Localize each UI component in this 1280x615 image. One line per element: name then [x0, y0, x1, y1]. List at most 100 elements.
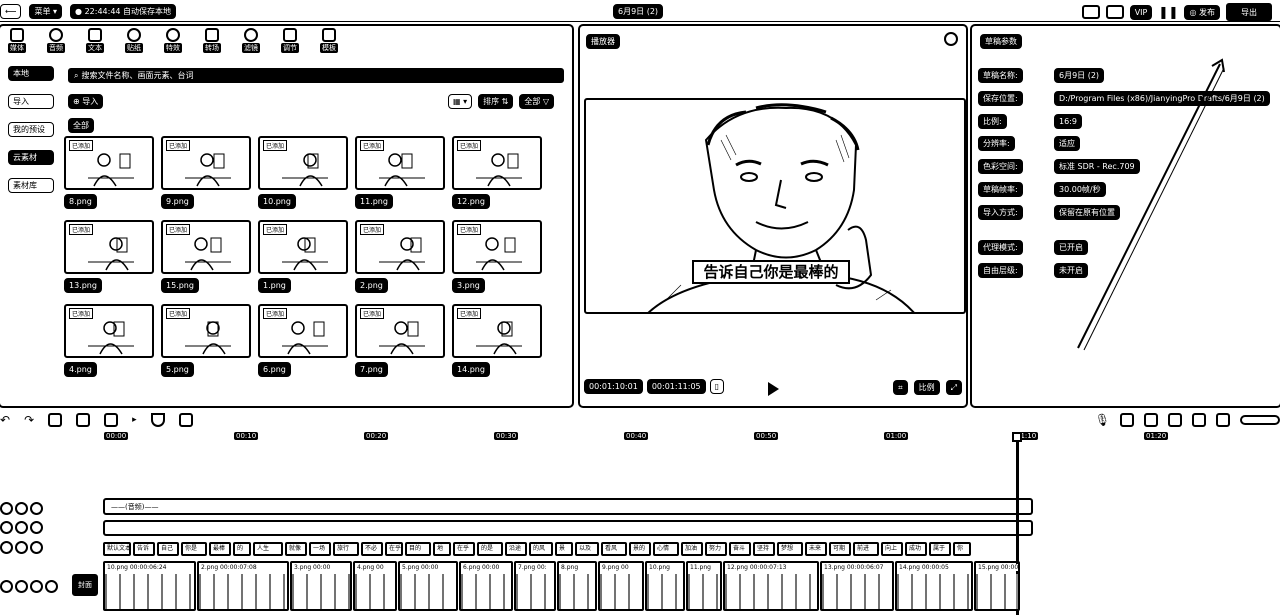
tab-media[interactable]: 媒体 [4, 28, 30, 53]
media-thumbnail[interactable]: 已添加 [64, 304, 154, 358]
video-clip[interactable]: 4.png 00 [353, 561, 397, 611]
sort-button[interactable]: 排序 ⇅ [478, 94, 514, 109]
media-thumbnail[interactable]: 已添加 [452, 304, 542, 358]
text-clip[interactable]: 属于 [929, 542, 951, 556]
text-clip[interactable]: 默认文本 [103, 542, 131, 556]
text-clip[interactable]: 心情 [653, 542, 679, 556]
text-clip[interactable]: 加油 [681, 542, 703, 556]
video-clip[interactable]: 13.png 00:00:06:07 [820, 561, 894, 611]
lock-icon[interactable] [0, 541, 13, 554]
text-clip[interactable]: 坚持 [753, 542, 775, 556]
view-toggle-button[interactable]: ▦ ▾ [448, 94, 473, 109]
publish-button[interactable]: ◎ 发布 [1184, 4, 1220, 20]
media-thumbnail[interactable]: 已添加 [161, 136, 251, 190]
text-clip[interactable]: 告诉 [133, 542, 155, 556]
ratio-button[interactable]: 比例 [913, 380, 940, 395]
sidebar-item-cloud[interactable]: 云素材 [8, 150, 54, 165]
text-clip[interactable]: 你 [953, 542, 971, 556]
text-clip[interactable]: 在乎 [385, 542, 403, 556]
mute-icon[interactable] [30, 541, 43, 554]
vip-badge[interactable]: VIP [1129, 4, 1153, 20]
video-clip[interactable]: 6.png 00:00 [459, 561, 513, 611]
text-clip[interactable]: 自己 [157, 542, 179, 556]
text-clip[interactable]: 沿途 [505, 542, 527, 556]
mute-icon[interactable] [30, 580, 43, 593]
text-clip[interactable]: 你是 [181, 542, 207, 556]
align-icon[interactable] [1192, 413, 1206, 427]
play-icon[interactable] [768, 382, 779, 396]
media-item[interactable]: 已添加 12.png [452, 136, 542, 209]
text-clip[interactable]: 的 [233, 542, 251, 556]
fullscreen-icon[interactable]: ⤢ [945, 380, 962, 395]
video-clip[interactable]: 9.png 00 [598, 561, 644, 611]
tab-filter[interactable]: 滤镜 [238, 28, 264, 53]
visibility-icon[interactable] [15, 541, 28, 554]
text-clip[interactable]: 未来 [805, 542, 827, 556]
video-clip[interactable]: 8.png [557, 561, 597, 611]
tab-transition[interactable]: 转场 [199, 28, 225, 53]
text-clip[interactable]: 的风 [529, 542, 553, 556]
microphone-icon[interactable]: 🎙 [1095, 413, 1110, 427]
video-clip[interactable]: 3.png 00:00 [290, 561, 352, 611]
visibility-icon[interactable] [15, 502, 28, 515]
export-button[interactable]: 导出 [1226, 3, 1272, 21]
link-icon[interactable] [1144, 413, 1158, 427]
sidebar-item-import[interactable]: 导入 [8, 94, 54, 109]
visibility-icon[interactable] [15, 580, 28, 593]
text-clip[interactable]: 人生 [253, 542, 283, 556]
magnet-icon[interactable] [1120, 413, 1134, 427]
media-item[interactable]: 已添加 3.png [452, 220, 542, 293]
tab-adjust[interactable]: 调节 [277, 28, 303, 53]
search-input[interactable]: ⌕ 搜索文件名称、画面元素、台词 [68, 68, 564, 83]
media-item[interactable]: 已添加 10.png [258, 136, 348, 209]
media-item[interactable]: 已添加 15.png [161, 220, 251, 293]
import-button[interactable]: ⊕ 导入 [68, 94, 104, 109]
menu-icon[interactable] [944, 32, 958, 46]
text-clip[interactable]: 不必 [361, 542, 383, 556]
media-thumbnail[interactable]: 已添加 [258, 136, 348, 190]
shield-icon[interactable] [150, 413, 165, 427]
split-icon[interactable] [48, 413, 63, 427]
text-clip[interactable]: 的是 [477, 542, 503, 556]
media-thumbnail[interactable]: 已添加 [64, 220, 154, 274]
text-clip[interactable]: 最棒 [209, 542, 231, 556]
split-right-icon[interactable] [104, 413, 119, 427]
sidebar-item-library[interactable]: 素材库 [8, 178, 54, 193]
text-clip[interactable]: 可期 [829, 542, 851, 556]
media-item[interactable]: 已添加 4.png [64, 304, 154, 377]
timecode-toggle-icon[interactable]: ▯ [709, 379, 725, 394]
video-clip[interactable]: 2.png 00:00:07:08 [197, 561, 289, 611]
video-clip[interactable]: 14.png 00:00:05 [895, 561, 973, 611]
media-thumbnail[interactable]: 已添加 [355, 304, 445, 358]
media-thumbnail[interactable]: 已添加 [161, 220, 251, 274]
split-left-icon[interactable] [76, 413, 91, 427]
mute-icon[interactable] [30, 521, 43, 534]
mute-icon[interactable] [30, 502, 43, 515]
undo-icon[interactable]: ↶ [0, 413, 10, 427]
audio-clip[interactable]: ——(音频)—— [103, 498, 1033, 515]
media-thumbnail[interactable]: 已添加 [452, 136, 542, 190]
text-clip[interactable]: 以及 [575, 542, 599, 556]
text-clip[interactable]: 目的 [405, 542, 431, 556]
media-item[interactable]: 已添加 5.png [161, 304, 251, 377]
text-clip[interactable]: 景 [555, 542, 573, 556]
text-clip[interactable]: 就像 [285, 542, 307, 556]
filter-button[interactable]: 全部 ▽ [519, 94, 555, 109]
zoom-out-icon[interactable] [1216, 413, 1230, 427]
layout-icon[interactable] [1105, 5, 1124, 19]
timeline-ruler[interactable]: 00:00 00:10 00:20 00:30 00:40 00:50 01:00 01:10… [0, 432, 1280, 444]
video-clip[interactable]: 12.png 00:00:07:13 [723, 561, 819, 611]
tab-sticker[interactable]: 贴纸 [121, 28, 147, 53]
media-item[interactable]: 已添加 1.png [258, 220, 348, 293]
text-clip[interactable]: 地 [433, 542, 451, 556]
media-item[interactable]: 已添加 14.png [452, 304, 542, 377]
preview-axis-icon[interactable] [1168, 413, 1182, 427]
media-item[interactable]: 已添加 13.png [64, 220, 154, 293]
media-item[interactable]: 已添加 11.png [355, 136, 445, 209]
cover-button[interactable]: 封面 [72, 574, 98, 596]
video-clip[interactable]: 15.png 00:00 [974, 561, 1020, 611]
back-button[interactable]: ⟵ [0, 4, 22, 19]
redo-icon[interactable]: ↷ [24, 413, 34, 427]
zoom-slider[interactable] [1240, 415, 1280, 425]
tab-template[interactable]: 模板 [316, 28, 342, 53]
